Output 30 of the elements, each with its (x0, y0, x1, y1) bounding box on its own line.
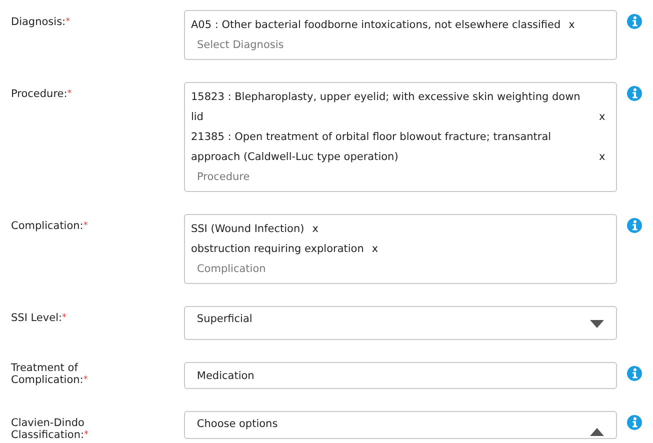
selected-tag: obstruction requiring exploration (190, 239, 364, 259)
field-label: Procedure:* (11, 88, 73, 100)
info-icon[interactable] (627, 218, 642, 233)
text-field[interactable]: Medication (184, 362, 617, 389)
remove-tag-button[interactable]: x (568, 15, 575, 35)
selected-tag: SSI (Wound Infection) (190, 219, 304, 239)
field-label: Complication:* (11, 220, 89, 232)
field-label: Clavien-Dindo Classification:* (11, 417, 90, 441)
search-input[interactable]: Select Diagnosis (190, 35, 497, 55)
multi-select-field[interactable]: 15823 : Blepharoplasty, upper eyelid; with excessive skin weighting down lid x 21385 : Open treatment of orbital floor blowout fracture; transantral approach (Caldwell-Luc type operation) x Procedure (184, 82, 617, 192)
field-label: Diagnosis:* (11, 16, 72, 28)
info-icon[interactable] (627, 86, 642, 101)
dropdown[interactable]: Choose options (184, 411, 617, 439)
selected-tag: 15823 : Blepharoplasty, upper eyelid; with excessive skin weighting down lid (190, 87, 591, 127)
remove-tag-button[interactable]: x (312, 219, 318, 239)
info-icon[interactable] (627, 366, 642, 381)
dropdown[interactable]: Superficial (184, 306, 617, 340)
remove-tag-button[interactable]: x (598, 107, 606, 127)
search-input[interactable]: Procedure (190, 167, 497, 187)
selected-tag: A05 : Other bacterial foodborne intoxications, not elsewhere classified (190, 15, 561, 35)
selected-tag: 21385 : Open treatment of orbital floor blowout fracture; transantral approach (Caldwell-Luc type operation) (190, 127, 591, 167)
remove-tag-button[interactable]: x (372, 239, 378, 259)
info-icon[interactable] (627, 415, 642, 430)
field-label: SSI Level:* (11, 312, 68, 324)
multi-select-field[interactable]: SSI (Wound Infection) x obstruction requiring exploration x Complication (184, 214, 617, 284)
remove-tag-button[interactable]: x (598, 147, 606, 167)
field-label: Treatment of Complication:* (11, 362, 89, 386)
search-input[interactable]: Complication (190, 259, 497, 279)
info-icon[interactable] (627, 14, 642, 29)
multi-select-field[interactable]: A05 : Other bacterial foodborne intoxications, not elsewhere classified x Select Diagnosis (184, 10, 617, 60)
